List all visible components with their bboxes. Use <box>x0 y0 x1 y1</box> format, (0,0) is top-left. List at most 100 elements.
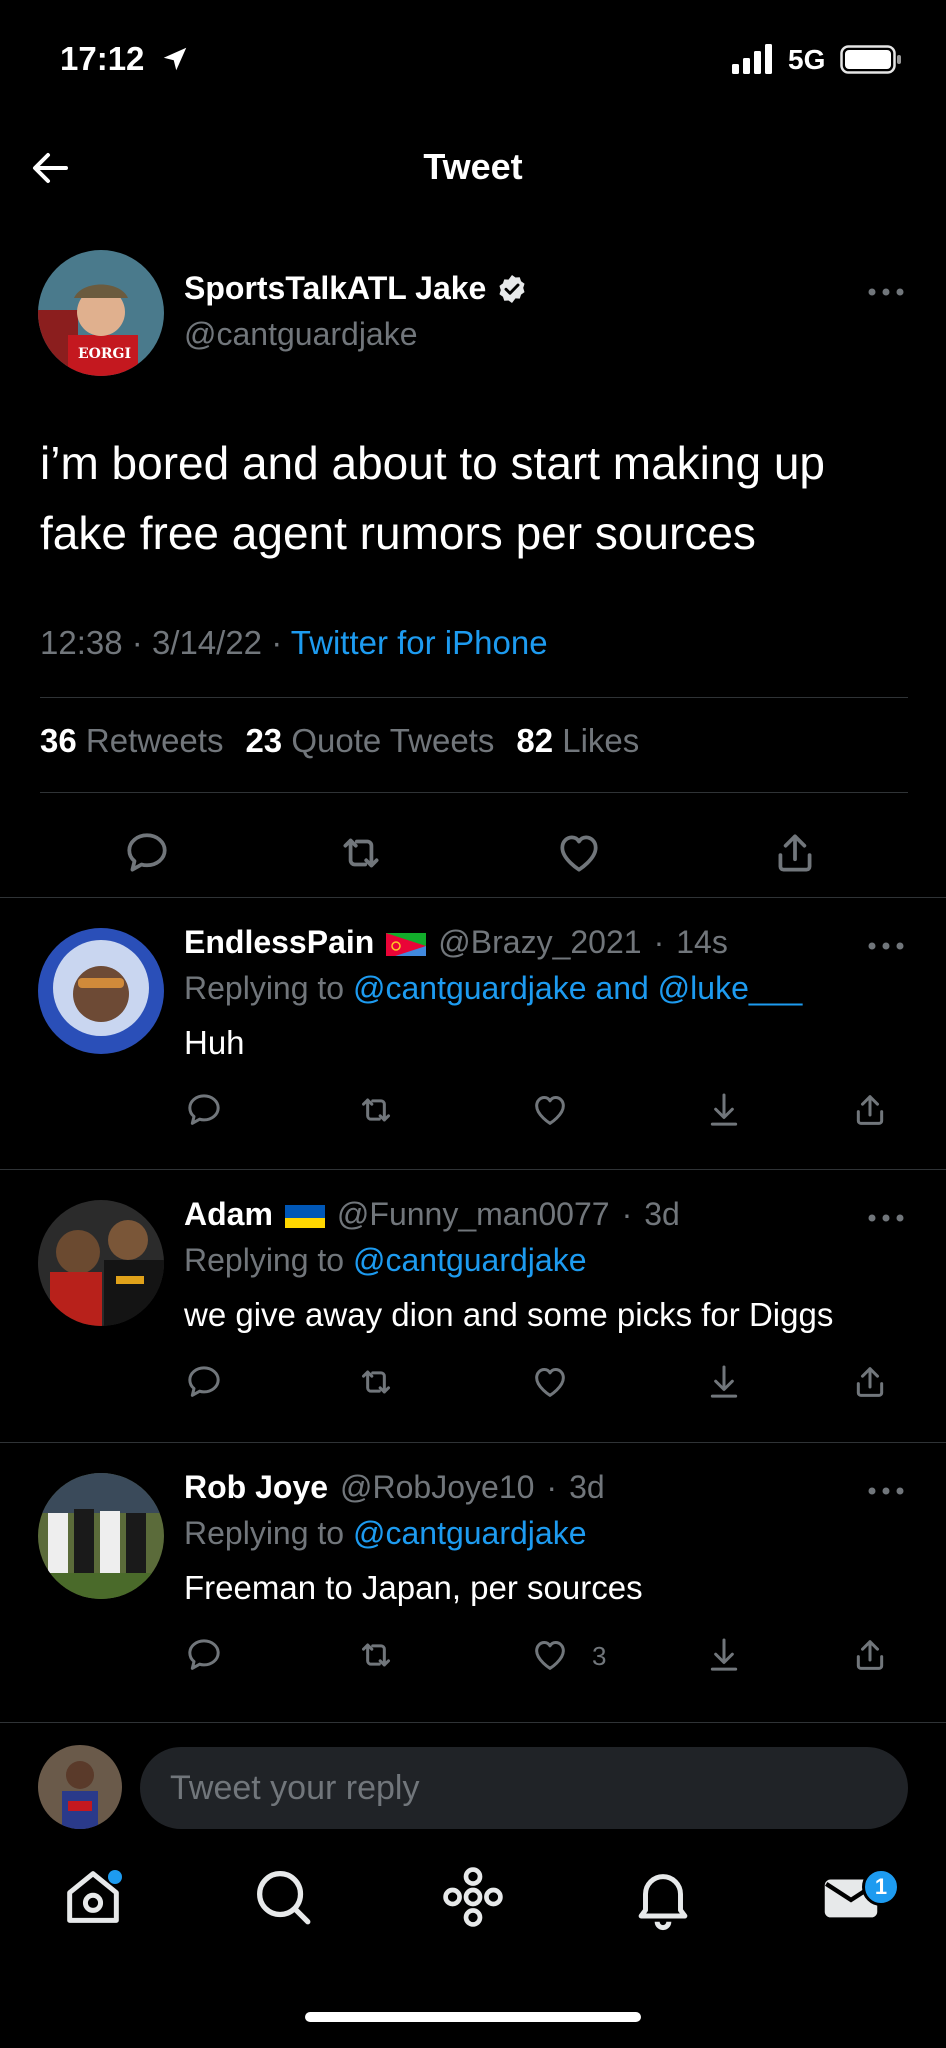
more-options-icon[interactable] <box>866 1208 906 1228</box>
reply-icon[interactable] <box>184 1362 224 1402</box>
replying-to: Replying to @cantguardjake <box>184 1242 587 1279</box>
retweet-icon[interactable] <box>356 1635 396 1675</box>
tweet-source-link[interactable]: Twitter for iPhone <box>291 624 548 661</box>
reply-text: Huh <box>184 1024 245 1061</box>
reply-tweet[interactable]: Adam @Funny_man0077 · 3d Replying to @ca… <box>0 1169 946 1441</box>
reply-author-name[interactable]: Rob Joye <box>184 1469 328 1506</box>
retweet-icon[interactable] <box>336 828 386 878</box>
top-nav: Tweet <box>0 120 946 220</box>
replying-to-prefix: Replying to <box>184 1515 345 1551</box>
search-icon[interactable] <box>248 1862 318 1932</box>
verified-badge-icon <box>499 274 525 303</box>
tweet-text: i’m bored and about to start making up f… <box>40 437 826 559</box>
like-heart-icon[interactable] <box>530 1635 570 1675</box>
meta-separator: · <box>621 1196 633 1232</box>
reply-avatar[interactable] <box>38 1473 164 1599</box>
reply-actions <box>184 1358 904 1408</box>
reply-handle[interactable]: @Funny_man0077 <box>337 1196 610 1233</box>
reply-handle[interactable]: @Brazy_2021 <box>438 924 641 961</box>
divider <box>40 697 908 698</box>
reply-author-name[interactable]: Adam <box>184 1196 273 1233</box>
download-icon[interactable] <box>704 1362 744 1402</box>
download-icon[interactable] <box>704 1635 744 1675</box>
author-name[interactable]: SportsTalkATL Jake <box>184 270 528 307</box>
share-icon[interactable] <box>850 1090 890 1130</box>
reply-text: Freeman to Japan, per sources <box>184 1569 643 1606</box>
tweet-stats: 36 Retweets 23 Quote Tweets 82 Likes <box>40 722 639 760</box>
reply-tweet[interactable]: Rob Joye @RobJoye10 · 3d Replying to @ca… <box>0 1442 946 1714</box>
network-type: 5G <box>788 44 826 75</box>
more-options-icon[interactable] <box>866 282 906 302</box>
reply-input[interactable] <box>140 1747 908 1829</box>
meta-separator: · <box>546 1469 558 1505</box>
tweet-time: 12:38 <box>40 624 123 661</box>
share-icon[interactable] <box>770 828 820 878</box>
replying-to: Replying to @cantguardjake and @luke___ <box>184 970 802 1007</box>
reply-author: Adam @Funny_man0077 · 3d <box>184 1196 680 1233</box>
quotes-label: Quote Tweets <box>291 722 495 759</box>
current-user-avatar[interactable] <box>38 1745 122 1829</box>
author-handle[interactable]: @cantguardjake <box>184 316 418 353</box>
bottom-tab-bar: 1 <box>0 1850 946 1970</box>
more-options-icon[interactable] <box>866 936 906 956</box>
like-heart-icon[interactable] <box>554 828 604 878</box>
spaces-icon[interactable] <box>438 1862 508 1932</box>
download-icon[interactable] <box>704 1090 744 1130</box>
replying-to: Replying to @cantguardjake <box>184 1515 587 1552</box>
reply-text: we give away dion and some picks for Dig… <box>184 1296 834 1333</box>
quote-tweets-stat[interactable]: 23 Quote Tweets <box>245 722 494 760</box>
replying-to-link[interactable]: @cantguardjake <box>353 1515 587 1551</box>
likes-label: Likes <box>562 722 640 759</box>
replying-to-link[interactable]: @cantguardjake and @luke___ <box>353 970 802 1006</box>
reply-icon[interactable] <box>184 1090 224 1130</box>
battery-icon <box>840 45 901 74</box>
replying-to-link[interactable]: @cantguardjake <box>353 1242 587 1278</box>
share-icon[interactable] <box>850 1362 890 1402</box>
quotes-count: 23 <box>245 722 283 759</box>
eritrea-flag-icon <box>386 930 427 956</box>
status-bar: 17:12 5G <box>0 0 946 120</box>
reply-author: EndlessPain @Brazy_2021 · 14s <box>184 924 728 961</box>
author-avatar[interactable]: EORGI <box>38 250 164 376</box>
reply-actions <box>184 1086 904 1136</box>
reply-like-count: 3 <box>592 1641 607 1671</box>
retweets-stat[interactable]: 36 Retweets <box>40 722 223 760</box>
location-arrow-icon <box>163 47 187 71</box>
reply-age: 14s <box>676 924 728 960</box>
reply-age: 3d <box>644 1196 680 1232</box>
messages-badge: 1 <box>862 1868 900 1906</box>
tweet-date: 3/14/22 <box>151 624 263 661</box>
like-heart-icon[interactable] <box>530 1090 570 1130</box>
ukraine-flag-icon <box>284 1202 325 1228</box>
page-title: Tweet <box>423 146 523 187</box>
like-heart-icon[interactable] <box>530 1362 570 1402</box>
reply-author: Rob Joye @RobJoye10 · 3d <box>184 1469 605 1506</box>
likes-count: 82 <box>516 722 554 759</box>
status-time: 17:12 <box>60 40 145 77</box>
author-name-text: SportsTalkATL Jake <box>184 270 487 306</box>
reply-age: 3d <box>569 1469 605 1505</box>
reply-avatar[interactable] <box>38 928 164 1054</box>
retweet-icon[interactable] <box>356 1090 396 1130</box>
retweet-icon[interactable] <box>356 1362 396 1402</box>
reply-icon[interactable] <box>184 1635 224 1675</box>
reply-tweet[interactable]: EndlessPain @Brazy_2021 · 14s Replying t… <box>0 897 946 1169</box>
meta-separator: · <box>653 924 665 960</box>
notifications-bell-icon[interactable] <box>628 1862 698 1932</box>
share-icon[interactable] <box>850 1635 890 1675</box>
replying-to-prefix: Replying to <box>184 1242 345 1278</box>
tweet-actions <box>0 820 946 900</box>
svg-text:EORGI: EORGI <box>78 346 131 362</box>
meta-separator: · <box>271 624 291 661</box>
likes-stat[interactable]: 82 Likes <box>516 722 639 760</box>
tweet-meta: 12:38 · 3/14/22 · Twitter for iPhone <box>40 624 548 662</box>
retweets-label: Retweets <box>85 722 224 759</box>
reply-avatar[interactable] <box>38 1200 164 1326</box>
replying-to-prefix: Replying to <box>184 970 345 1006</box>
home-indicator <box>305 2012 641 2022</box>
reply-actions: 3 <box>184 1631 904 1681</box>
reply-icon[interactable] <box>122 828 172 878</box>
more-options-icon[interactable] <box>866 1481 906 1501</box>
reply-handle[interactable]: @RobJoye10 <box>340 1469 534 1506</box>
reply-author-name[interactable]: EndlessPain <box>184 924 374 961</box>
